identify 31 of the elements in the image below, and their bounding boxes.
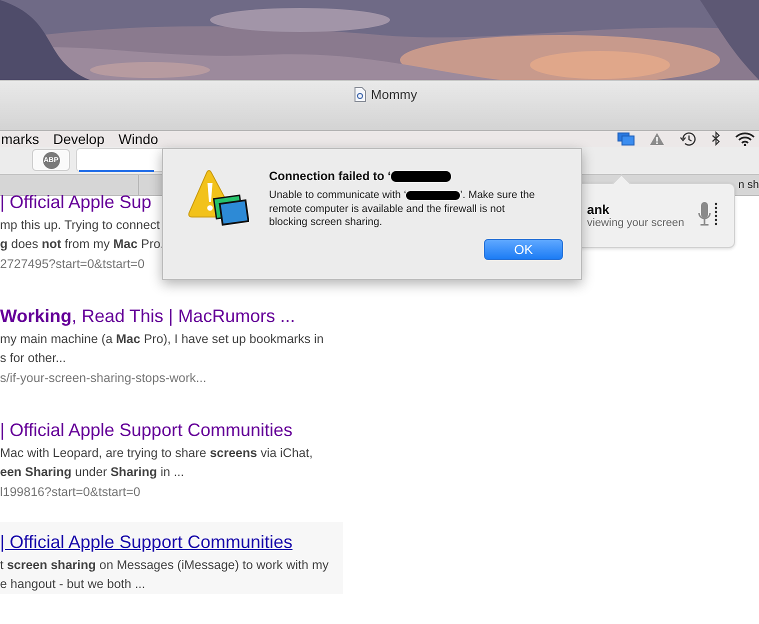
menu-item[interactable]: Develop <box>53 130 104 146</box>
result-snippet: my main machine (a Mac Pro), I have set up bookmarks in <box>0 331 324 348</box>
result-snippet: een Sharing under Sharing in ... <box>0 464 184 481</box>
time-machine-icon[interactable] <box>679 130 697 146</box>
wifi-icon[interactable] <box>735 132 755 146</box>
redaction-mark <box>391 170 451 182</box>
dialog-message: Unable to communicate with ‘ ’. Make sure the remote computer is available and the firewall is not blocking screen sharing. <box>269 189 536 230</box>
result-snippet: t screen sharing on Messages (iMessage) to work with my <box>0 557 329 574</box>
result-snippet: g does not from my Mac Pro. <box>0 236 164 253</box>
result-snippet: mp this up. Trying to connect <box>0 217 160 234</box>
result-link[interactable]: Working, Read This | MacRumors ... <box>0 304 296 328</box>
notification-text: viewing your screen <box>587 217 684 229</box>
result-link[interactable]: | Official Apple Support Communities <box>0 530 292 554</box>
bluetooth-icon[interactable] <box>711 131 721 146</box>
menu-item[interactable]: marks <box>1 130 40 146</box>
window-title: Mommy <box>370 86 418 102</box>
result-url: 2727495?start=0&tstart=0 <box>0 256 145 273</box>
warning-icon[interactable] <box>649 132 665 146</box>
screen-sharing-icon[interactable] <box>617 132 635 146</box>
result-snippet: Mac with Leopard, are trying to share screens via iChat, <box>0 445 313 462</box>
result-snippet: s for other... <box>0 350 66 367</box>
result-link[interactable]: | Official Apple Support Communities <box>0 418 292 442</box>
notification-title: ank <box>587 202 610 217</box>
menu-item[interactable]: Windo <box>118 130 158 146</box>
result-snippet: e hangout - but we both ... <box>0 576 146 593</box>
redaction-mark <box>406 190 460 200</box>
result-link[interactable]: | Official Apple Sup <box>0 190 152 214</box>
result-url: s/if-your-screen-sharing-stops-work... <box>0 370 206 387</box>
document-icon <box>354 86 366 102</box>
result-url: l199816?start=0&tstart=0 <box>0 484 140 501</box>
dialog-title: Connection failed to ‘ <box>269 169 391 183</box>
